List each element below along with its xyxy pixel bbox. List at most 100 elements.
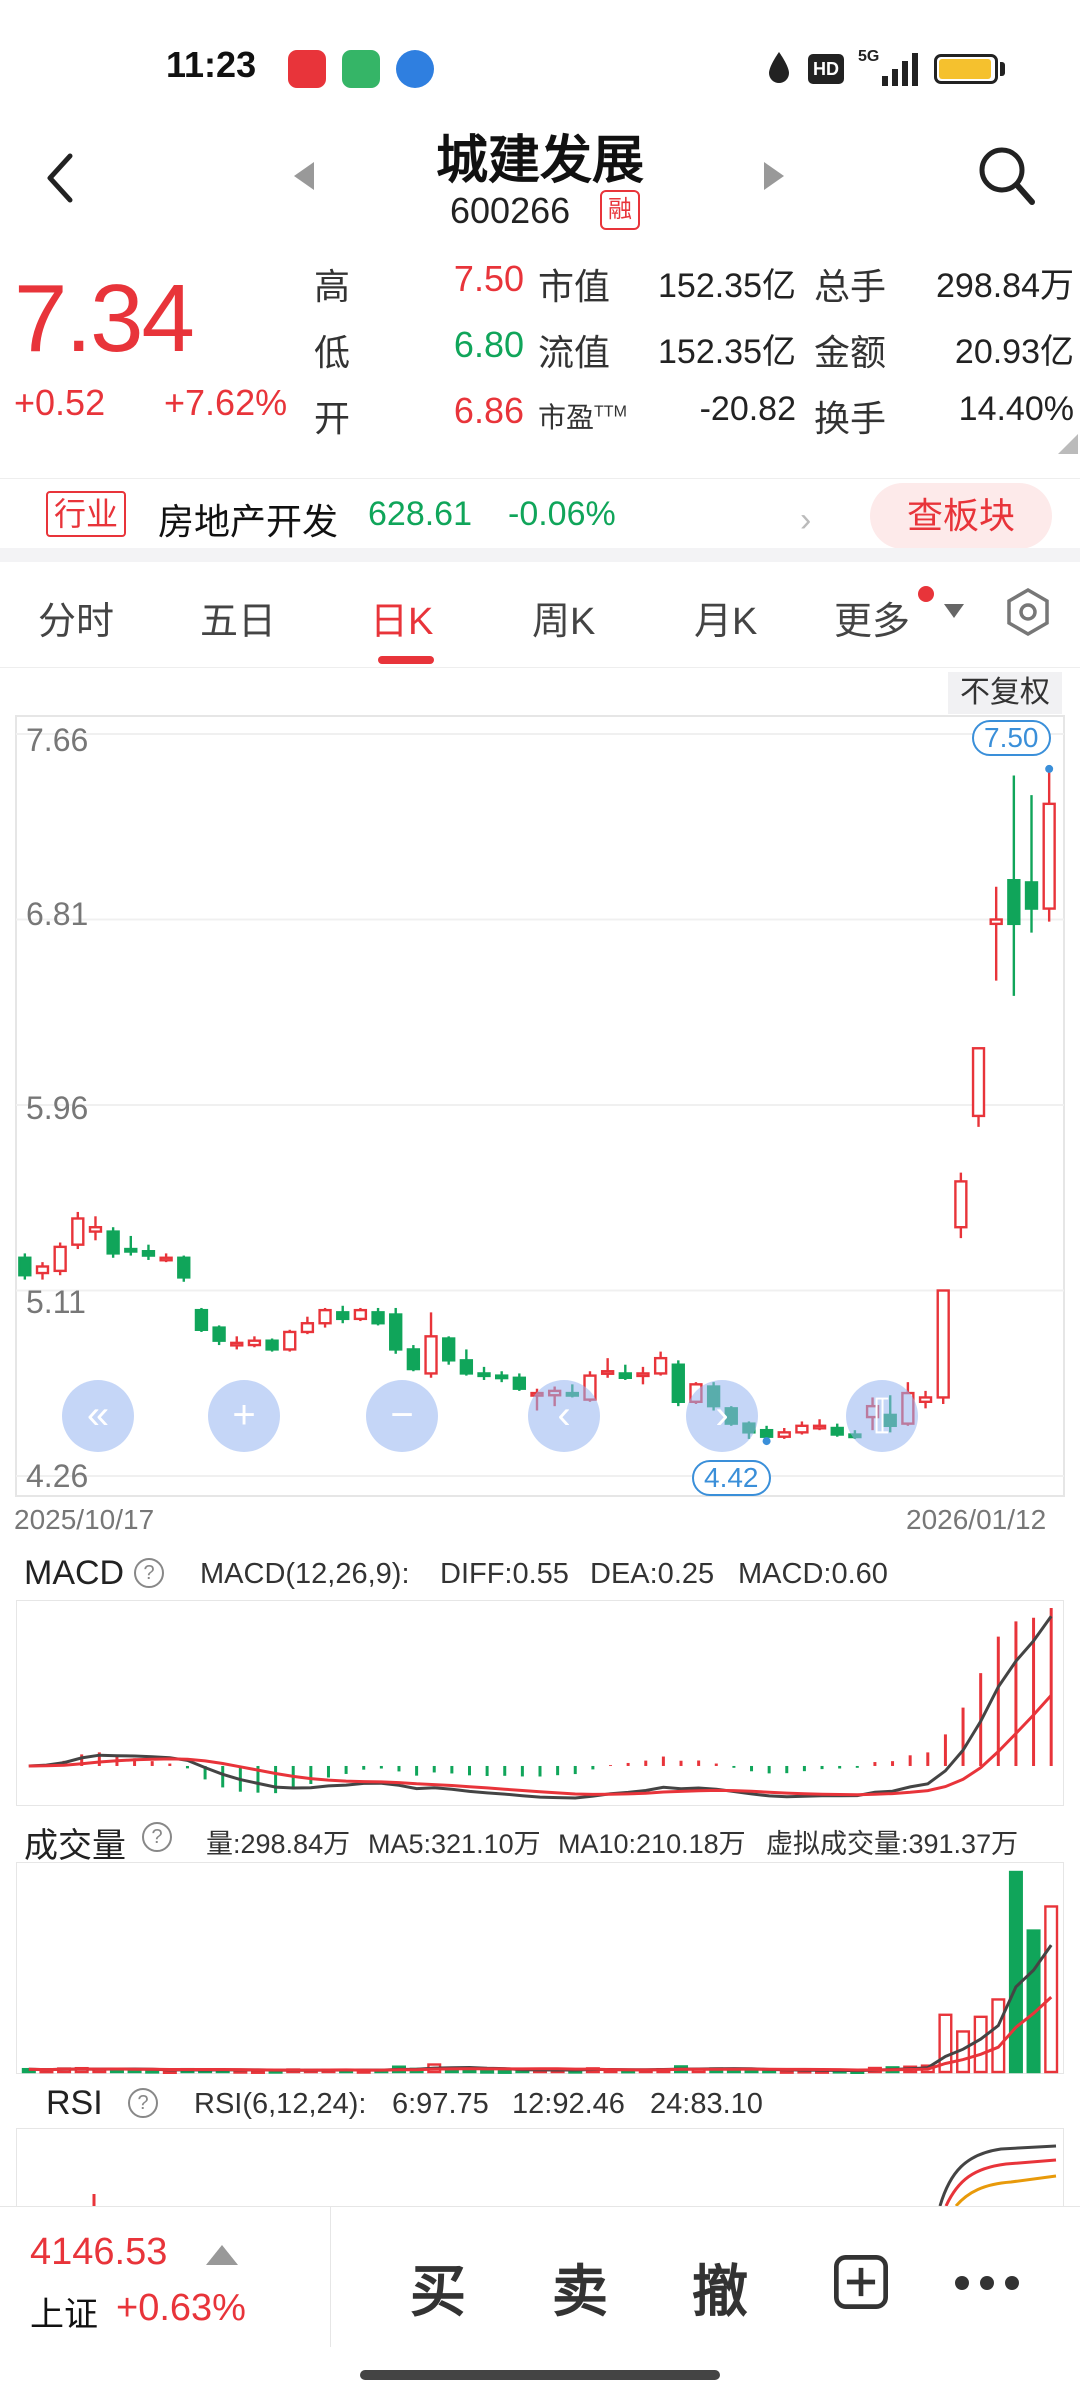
candle [88, 1216, 103, 1241]
scroll-right-button[interactable]: › [686, 1380, 758, 1452]
volume-ma10: MA10:210.18万 [558, 1829, 746, 1859]
industry-price: 628.61 [368, 495, 472, 533]
next-stock-icon[interactable] [762, 160, 786, 192]
price-change: +0.52 [14, 382, 106, 423]
low-value: 6.80 [453, 324, 524, 365]
volume-label: 总手 [814, 266, 887, 307]
industry-tag: 行业 [46, 491, 126, 537]
volume-chart[interactable] [16, 1862, 1064, 2074]
candle [247, 1336, 262, 1348]
candle [300, 1316, 315, 1335]
hd-icon: HD [808, 54, 844, 84]
triangle-up-icon [206, 2245, 238, 2265]
industry-change: -0.06% [508, 495, 616, 533]
macd-diff: DIFF:0.55 [440, 1558, 569, 1590]
buy-button[interactable]: 买 [410, 2247, 466, 2328]
index-name[interactable]: 上证 [30, 2287, 98, 2336]
y-tick-label: 6.81 [26, 896, 89, 932]
candle [459, 1349, 474, 1376]
candle [495, 1371, 509, 1383]
volume-bar [1044, 1905, 1059, 2074]
candle [442, 1336, 456, 1365]
macd-dea: DEA:0.25 [590, 1558, 715, 1590]
open-label: 开 [314, 398, 351, 439]
candle [389, 1307, 403, 1354]
margin-trading-badge: 融 [600, 190, 640, 230]
add-watchlist-icon[interactable] [834, 2255, 888, 2309]
tab-monthly-k[interactable]: 月K [694, 590, 757, 645]
float-cap-label: 流值 [538, 332, 611, 373]
rsi-12: 12:92.46 [512, 2088, 625, 2120]
stock-name: 城建发展 [435, 132, 644, 190]
chevron-down-icon[interactable] [944, 604, 964, 618]
price-adjust-selector[interactable]: 不复权 [948, 672, 1062, 714]
zoom-out-button[interactable]: − [366, 1380, 438, 1452]
candle [600, 1358, 615, 1378]
candle [212, 1325, 226, 1346]
rsi-chart[interactable] [16, 2128, 1064, 2206]
network-type: 5G [858, 48, 880, 65]
low-point-dot [762, 1437, 771, 1446]
tab-weekly-k[interactable]: 周K [532, 590, 595, 645]
help-icon[interactable]: ? [142, 1822, 172, 1852]
pe-label: 市盈TTM [538, 396, 627, 436]
scroll-end-button[interactable]: ⟦ [846, 1380, 918, 1452]
tab-intraday[interactable]: 分时 [38, 590, 114, 645]
volume-ma10-line [28, 1995, 1053, 2072]
high-label: 高 [314, 266, 351, 307]
max-price-marker: 7.50 [972, 720, 1051, 756]
candle [177, 1255, 191, 1282]
turnover-label: 换手 [814, 398, 887, 439]
turnover-value: 14.40% [958, 390, 1074, 428]
y-tick-label: 4.26 [26, 1458, 89, 1494]
zoom-in-button[interactable]: + [208, 1380, 280, 1452]
macd-title[interactable]: MACD [24, 1554, 124, 1593]
y-tick-label: 5.11 [26, 1284, 86, 1320]
settings-icon[interactable] [1002, 586, 1054, 638]
macd-dea-line [28, 1694, 1053, 1797]
sell-button[interactable]: 卖 [552, 2247, 608, 2328]
rsi-header: RSI ? RSI(6,12,24): 6:97.75 12:92.46 24:… [0, 2078, 1080, 2130]
tab-more[interactable]: 更多 [834, 590, 910, 645]
search-icon[interactable] [976, 144, 1036, 208]
volume-ma5: MA5:321.10万 [368, 1829, 541, 1859]
volume-bar [973, 2015, 988, 2074]
rsi-title[interactable]: RSI [46, 2084, 103, 2123]
cancel-order-button[interactable]: 撤 [692, 2247, 748, 2328]
tab-daily-k[interactable]: 日K [370, 590, 433, 645]
water-drop-icon [769, 52, 789, 83]
macd-params: MACD(12,26,9): [200, 1558, 410, 1590]
industry-row[interactable]: 行业 房地产开发 628.61 -0.06% › 查板块 [0, 478, 1080, 558]
scroll-left-button[interactable]: ‹ [528, 1380, 600, 1452]
candle [653, 1351, 668, 1376]
candle [1042, 768, 1056, 922]
help-icon[interactable]: ? [128, 2088, 158, 2118]
home-indicator[interactable] [360, 2370, 720, 2380]
industry-name: 房地产开发 [158, 501, 339, 542]
kline-chart[interactable] [0, 714, 1080, 1504]
amount-value: 20.93亿 [954, 333, 1074, 371]
y-tick-label: 7.66 [26, 722, 89, 758]
battery-icon [934, 54, 998, 84]
candle [1007, 775, 1021, 996]
volume-title[interactable]: 成交量 [24, 1818, 126, 1867]
scroll-start-button[interactable]: « [62, 1380, 134, 1452]
view-sector-button[interactable]: 查板块 [870, 483, 1052, 549]
expand-quote-icon[interactable] [1058, 434, 1078, 454]
y-tick-label: 5.96 [26, 1090, 89, 1126]
volume-bar [1026, 1929, 1041, 2074]
candle [918, 1390, 933, 1409]
tab-five-day[interactable]: 五日 [200, 590, 276, 645]
market-cap-value: 152.35亿 [658, 267, 796, 305]
macd-chart[interactable] [16, 1600, 1064, 1806]
index-value[interactable]: 4146.53 [30, 2231, 167, 2274]
volume-header: 成交量 ? 量:298.84万 MA5:321.10万 MA10:210.18万… [0, 1812, 1080, 1867]
candle [936, 1289, 950, 1404]
index-change: +0.63% [116, 2287, 246, 2329]
open-value: 6.86 [453, 390, 524, 431]
candle [230, 1336, 244, 1350]
rsi-24: 24:83.10 [650, 2088, 763, 2120]
more-icon[interactable] [952, 2273, 1022, 2293]
candle [159, 1253, 173, 1263]
help-icon[interactable]: ? [134, 1558, 164, 1588]
